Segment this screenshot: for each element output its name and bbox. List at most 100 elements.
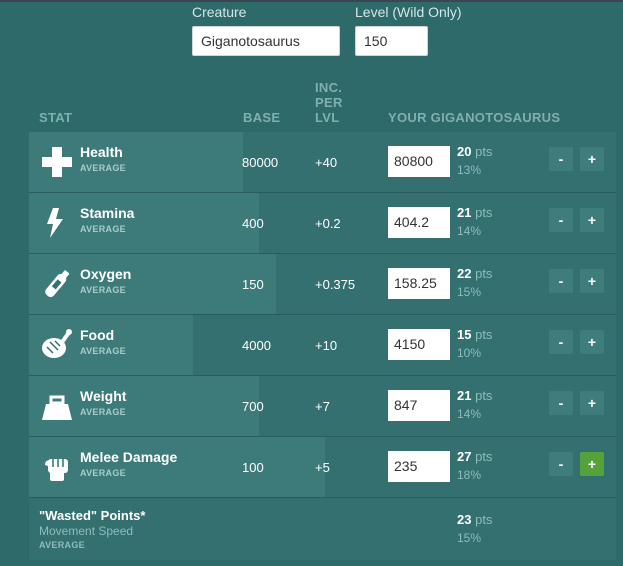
- wasted-points: 23 pts: [457, 512, 492, 527]
- points-count: 21: [457, 388, 472, 403]
- row-divider: [29, 497, 616, 498]
- stat-rating: AVERAGE: [80, 285, 126, 295]
- stat-value-input[interactable]: 158.25: [388, 268, 450, 299]
- fist-icon: [45, 459, 68, 481]
- points-count: 22: [457, 266, 472, 281]
- stat-rating: AVERAGE: [80, 468, 126, 478]
- lightning-bolt-icon: [47, 208, 63, 238]
- increase-button[interactable]: +: [580, 330, 604, 354]
- wasted-points-row: "Wasted" Points* Movement Speed AVERAGE …: [29, 498, 616, 560]
- points-unit: pts: [475, 512, 493, 527]
- stat-rating: AVERAGE: [80, 346, 126, 356]
- weight-icon: [42, 395, 72, 420]
- stat-value-input[interactable]: 80800: [388, 146, 450, 177]
- row-divider: [29, 436, 616, 437]
- level-input[interactable]: 150: [355, 26, 428, 56]
- stat-inc-per-level: +5: [315, 460, 330, 475]
- header-inc-line1: INC.: [315, 80, 343, 95]
- header-inc-per-lvl: INC. PER LVL: [315, 80, 343, 125]
- points-unit: pts: [475, 144, 493, 159]
- stat-name: Weight: [80, 388, 127, 404]
- stat-value-input[interactable]: 4150: [388, 329, 450, 360]
- stat-percent: 15%: [457, 285, 482, 299]
- stat-inc-per-level: +10: [315, 338, 338, 353]
- stat-percent: 18%: [457, 468, 482, 482]
- stat-value-input[interactable]: 404.2: [388, 207, 450, 238]
- stat-row-weight: Weight AVERAGE 700 +7 847 21 pts 14% - +: [29, 376, 616, 436]
- increase-button[interactable]: +: [580, 269, 604, 293]
- stat-name: Stamina: [80, 205, 135, 221]
- stat-row-stamina: Stamina AVERAGE 400 +0.2 404.2 21 pts 14…: [29, 193, 616, 253]
- header-inc-line2: PER: [315, 95, 343, 110]
- stat-base: 700: [242, 399, 264, 414]
- increase-button[interactable]: +: [580, 147, 604, 171]
- points-count: 27: [457, 449, 472, 464]
- points-unit: pts: [475, 449, 493, 464]
- row-divider: [29, 253, 616, 254]
- stat-inc-per-level: +40: [315, 155, 338, 170]
- points-count: 15: [457, 327, 472, 342]
- stat-row-food: Food AVERAGE 4000 +10 4150 15 pts 10% - …: [29, 315, 616, 375]
- decrease-button[interactable]: -: [549, 208, 573, 232]
- stat-points: 20 pts: [457, 144, 492, 159]
- increase-button[interactable]: +: [580, 208, 604, 232]
- stat-percent: 14%: [457, 224, 482, 238]
- wasted-percent: 15%: [457, 531, 482, 545]
- stat-points: 21 pts: [457, 388, 492, 403]
- stat-percent: 13%: [457, 163, 482, 177]
- stat-name: Health: [80, 144, 123, 160]
- stat-inc-per-level: +7: [315, 399, 330, 414]
- stat-row-health: Health AVERAGE 80000 +40 80800 20 pts 13…: [29, 132, 616, 192]
- header-stat: STAT: [39, 110, 73, 125]
- stat-name: Oxygen: [80, 266, 132, 282]
- stat-base: 400: [242, 216, 264, 231]
- row-divider: [29, 192, 616, 193]
- decrease-button[interactable]: -: [549, 452, 573, 476]
- points-unit: pts: [475, 327, 493, 342]
- header-inc-line3: LVL: [315, 110, 340, 125]
- top-border: [0, 0, 623, 2]
- stat-row-oxygen: Oxygen AVERAGE 150 +0.375 158.25 22 pts …: [29, 254, 616, 314]
- increase-button[interactable]: +: [580, 391, 604, 415]
- decrease-button[interactable]: -: [549, 330, 573, 354]
- stat-name: Melee Damage: [80, 449, 178, 465]
- stat-points: 27 pts: [457, 449, 492, 464]
- decrease-button[interactable]: -: [549, 269, 573, 293]
- wasted-points-title: "Wasted" Points*: [39, 508, 146, 523]
- points-unit: pts: [475, 388, 493, 403]
- stat-points: 21 pts: [457, 205, 492, 220]
- stat-base: 150: [242, 277, 264, 292]
- stat-base: 100: [242, 460, 264, 475]
- stat-rating: AVERAGE: [80, 224, 126, 234]
- stat-inc-per-level: +0.2: [315, 216, 341, 231]
- points-unit: pts: [475, 205, 493, 220]
- stat-points: 15 pts: [457, 327, 492, 342]
- decrease-button[interactable]: -: [549, 147, 573, 171]
- stat-percent: 10%: [457, 346, 482, 360]
- decrease-button[interactable]: -: [549, 391, 573, 415]
- increase-button[interactable]: +: [580, 452, 604, 476]
- wasted-points-stat: Movement Speed: [39, 524, 134, 538]
- header-base: BASE: [243, 110, 281, 125]
- points-unit: pts: [475, 266, 493, 281]
- stat-value-input[interactable]: 847: [388, 390, 450, 421]
- stat-rating: AVERAGE: [80, 407, 126, 417]
- stat-base: 4000: [242, 338, 271, 353]
- meat-icon: [42, 329, 72, 358]
- creature-input[interactable]: Giganotosaurus: [192, 26, 340, 56]
- oxygen-tank-icon: [45, 270, 70, 298]
- stat-value-input[interactable]: 235: [388, 451, 450, 482]
- points-count: 20: [457, 144, 472, 159]
- wasted-points-rating: AVERAGE: [39, 540, 85, 550]
- row-divider: [29, 314, 616, 315]
- stat-rating: AVERAGE: [80, 163, 126, 173]
- creature-label: Creature: [192, 4, 247, 20]
- stat-base: 80000: [242, 155, 279, 170]
- stat-name: Food: [80, 327, 115, 343]
- stat-row-melee-damage: Melee Damage AVERAGE 100 +5 235 27 pts 1…: [29, 437, 616, 497]
- stat-percent: 14%: [457, 407, 482, 421]
- stat-points: 22 pts: [457, 266, 492, 281]
- header-your-creature: YOUR GIGANOTOSAURUS: [388, 110, 561, 125]
- health-cross-icon: [42, 147, 72, 177]
- level-label: Level (Wild Only): [355, 4, 462, 20]
